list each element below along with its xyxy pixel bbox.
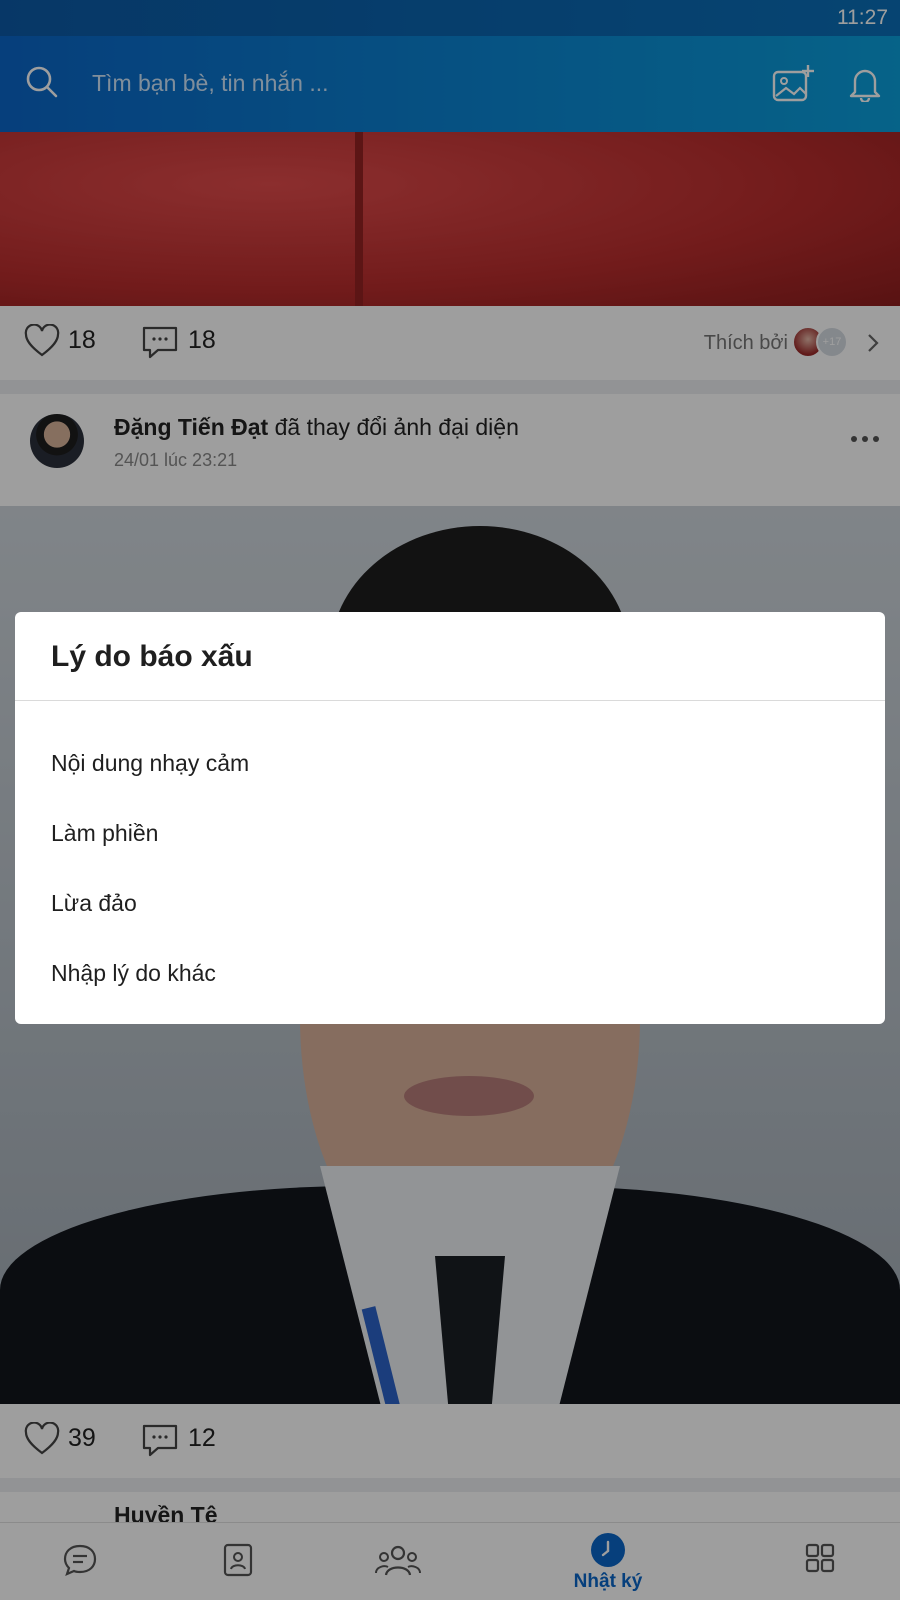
option-other-reason[interactable]: Nhập lý do khác — [15, 938, 885, 1008]
dialog-title: Lý do báo xấu — [51, 640, 253, 673]
dialog-divider — [15, 700, 885, 701]
report-reason-dialog: Lý do báo xấu Nội dung nhạy cảm Làm phiề… — [15, 612, 885, 1024]
option-spam[interactable]: Làm phiền — [15, 798, 885, 868]
option-scam[interactable]: Lừa đảo — [15, 868, 885, 938]
option-sensitive-content[interactable]: Nội dung nhạy cảm — [15, 728, 885, 798]
